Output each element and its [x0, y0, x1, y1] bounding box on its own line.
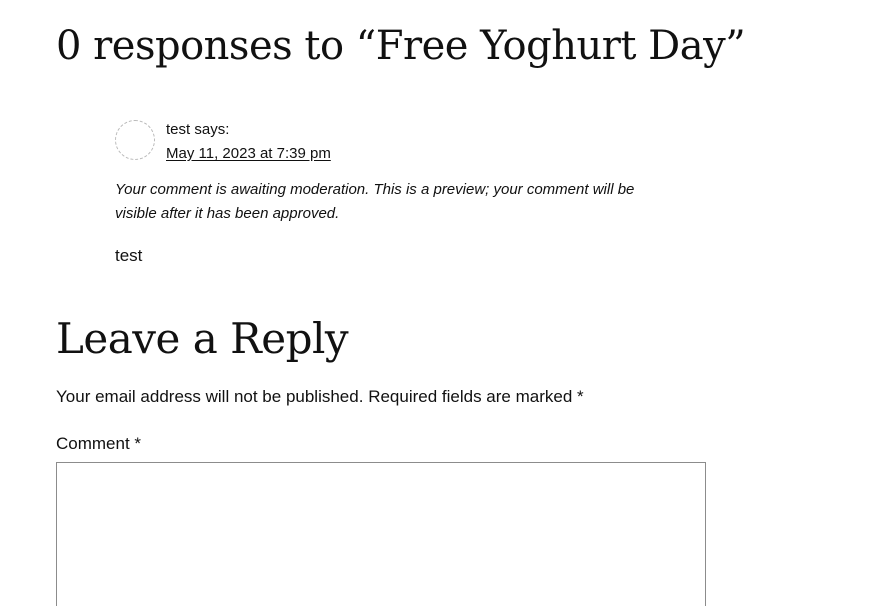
- email-notes: Your email address will not be published…: [56, 387, 364, 406]
- reply-title: Leave a Reply: [56, 314, 349, 363]
- comment-says: says:: [194, 121, 230, 138]
- comment-author-line: test says:: [166, 121, 229, 138]
- required-marker: *: [577, 387, 584, 406]
- comment-notes: Your email address will not be published…: [56, 384, 584, 410]
- comment-text: test: [115, 246, 143, 265]
- comment-date-link[interactable]: May 11, 2023 at 7:39 pm: [166, 142, 331, 166]
- comment-meta: test says: May 11, 2023 at 7:39 pm: [166, 118, 331, 166]
- comment-label: Comment *: [56, 431, 141, 457]
- comment-author: test: [166, 121, 191, 138]
- moderation-notice: Your comment is awaiting moderation. Thi…: [115, 181, 635, 222]
- comment-label-text: Comment: [56, 434, 130, 453]
- required-marker: *: [134, 434, 142, 453]
- comments-title: 0 responses to “Free Yoghurt Day”: [56, 23, 746, 69]
- avatar: [115, 120, 155, 160]
- comment-textarea[interactable]: [56, 462, 706, 606]
- required-text: Required fields are marked: [368, 387, 573, 406]
